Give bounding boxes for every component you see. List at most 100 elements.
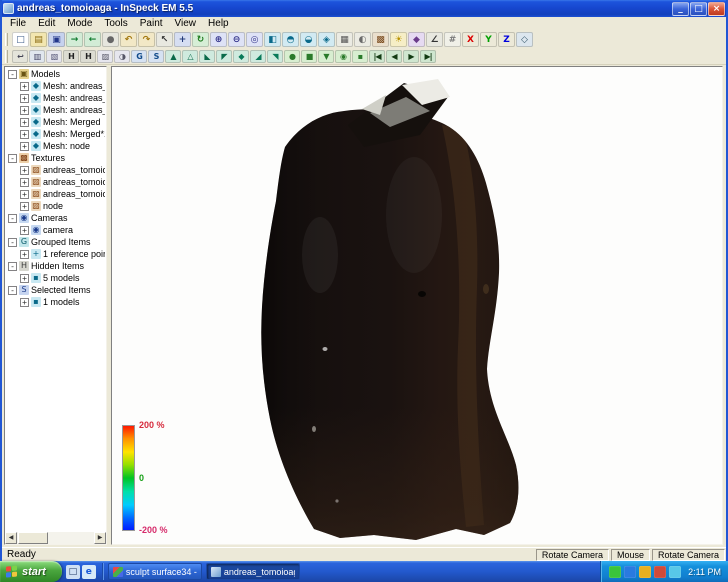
mesh-merge-icon[interactable]: ◆ [233, 50, 249, 63]
minimize-button[interactable]: _ [672, 2, 689, 16]
tree-horizontal-scrollbar[interactable]: ◀ ▶ [5, 532, 106, 544]
tree-expander[interactable]: + [20, 94, 29, 103]
scroll-right-icon[interactable]: ▶ [94, 532, 106, 544]
tree-expander[interactable]: + [20, 82, 29, 91]
new-file-icon[interactable]: □ [12, 32, 29, 47]
network-icon[interactable] [624, 566, 636, 578]
scroll-left-icon[interactable]: ◀ [5, 532, 17, 544]
measure-icon[interactable]: ∠ [426, 32, 443, 47]
alert-icon[interactable] [654, 566, 666, 578]
tree-expander[interactable]: + [20, 250, 29, 259]
mesh-build-icon[interactable]: ▲ [165, 50, 181, 63]
lock-icon[interactable]: ◇ [516, 32, 533, 47]
global-registration-icon[interactable]: G [131, 50, 147, 63]
fit-view-icon[interactable]: ◎ [246, 32, 263, 47]
redo-icon[interactable]: ↷ [138, 32, 155, 47]
mesh-sew-icon[interactable]: ◥ [267, 50, 283, 63]
taskbar-task-paint[interactable]: sculpt surface34 - Paint [108, 563, 202, 580]
show-desktop-icon[interactable]: □ [66, 565, 80, 579]
tree-expander[interactable]: - [8, 70, 17, 79]
select-arrow-icon[interactable]: ↖ [156, 32, 173, 47]
menu-item[interactable]: Edit [32, 17, 61, 30]
surface-icon[interactable]: S [148, 50, 164, 63]
calibrate-icon[interactable]: ▥ [29, 50, 45, 63]
import-icon[interactable]: → [66, 32, 83, 47]
mesh-align-icon[interactable]: ◢ [250, 50, 266, 63]
tree-expander[interactable]: - [8, 154, 17, 163]
taskbar-task-inspeck[interactable]: andreas_tomoioaga -... [206, 563, 300, 580]
tree-item[interactable]: + ▪ 1 models [6, 296, 105, 308]
prev-frame-icon[interactable]: ◀ [386, 50, 402, 63]
zoom-out-icon[interactable]: ⊖ [228, 32, 245, 47]
wireframe-icon[interactable]: ▦ [336, 32, 353, 47]
model-compare-icon[interactable]: ▼ [318, 50, 334, 63]
texture-map-icon[interactable]: ■ [301, 50, 317, 63]
menu-item[interactable]: File [4, 17, 32, 30]
mesh-trim-icon[interactable]: ◤ [216, 50, 232, 63]
z-axis-icon[interactable]: Z [498, 32, 515, 47]
mesh-reduce-icon[interactable]: △ [182, 50, 198, 63]
antivirus-shield-icon[interactable] [609, 566, 621, 578]
tree-item[interactable]: - ▩ Textures [6, 152, 105, 164]
y-axis-icon[interactable]: Y [480, 32, 497, 47]
menu-item[interactable]: Mode [61, 17, 98, 30]
open-folder-icon[interactable]: ▤ [30, 32, 47, 47]
tree-expander[interactable]: + [20, 274, 29, 283]
update-icon[interactable] [639, 566, 651, 578]
menu-item[interactable]: Tools [98, 17, 133, 30]
tree-item[interactable]: + ◆ Mesh: andreas_tomoi [6, 80, 105, 92]
tree-expander[interactable]: - [8, 238, 17, 247]
material-icon[interactable]: ◆ [408, 32, 425, 47]
last-frame-icon[interactable]: ▶| [420, 50, 436, 63]
tree-item[interactable]: + ▨ andreas_tomoioaga_0 [6, 164, 105, 176]
tree-item[interactable]: - ▣ Models [6, 68, 105, 80]
tree-item[interactable]: - G Grouped Items [6, 236, 105, 248]
model-clean-icon[interactable]: ◉ [335, 50, 351, 63]
internet-explorer-icon[interactable]: e [82, 565, 96, 579]
side-view-icon[interactable]: ◒ [300, 32, 317, 47]
top-view-icon[interactable]: ◓ [282, 32, 299, 47]
tree-item[interactable]: + ◆ Mesh: andreas_tomoi [6, 92, 105, 104]
tree-item[interactable]: + ◆ Mesh: node [6, 140, 105, 152]
tree-item[interactable]: - S Selected Items [6, 284, 105, 296]
close-button[interactable]: × [708, 2, 725, 16]
save-icon[interactable]: ▣ [48, 32, 65, 47]
next-frame-icon[interactable]: ▶ [403, 50, 419, 63]
tree-expander[interactable]: + [20, 118, 29, 127]
tree-expander[interactable]: + [20, 226, 29, 235]
maximize-button[interactable]: □ [690, 2, 707, 16]
volume-icon[interactable] [669, 566, 681, 578]
scrollbar-thumb[interactable] [18, 532, 48, 544]
tree-item[interactable]: + ◆ Mesh: andreas_tomoi [6, 104, 105, 116]
highpass-1-icon[interactable]: H [63, 50, 79, 63]
menu-item[interactable]: Paint [134, 17, 169, 30]
torso-model[interactable] [112, 67, 722, 544]
zoom-in-icon[interactable]: ⊕ [210, 32, 227, 47]
tree-expander[interactable]: + [20, 178, 29, 187]
filter-icon[interactable]: ▨ [97, 50, 113, 63]
menu-item[interactable]: Help [202, 17, 235, 30]
export-icon[interactable]: ← [84, 32, 101, 47]
tree-expander[interactable]: + [20, 166, 29, 175]
image-icon[interactable]: ▧ [46, 50, 62, 63]
grid-icon[interactable]: # [444, 32, 461, 47]
tree-item[interactable]: + ▨ andreas_tomoioaga_1 [6, 176, 105, 188]
light-icon[interactable]: ☀ [390, 32, 407, 47]
tree-expander[interactable]: + [20, 130, 29, 139]
start-button[interactable]: start [0, 561, 62, 582]
undo-icon[interactable]: ↶ [120, 32, 137, 47]
tree-expander[interactable]: + [20, 298, 29, 307]
tree-item[interactable]: - ◉ Cameras [6, 212, 105, 224]
tree-expander[interactable]: + [20, 190, 29, 199]
first-frame-icon[interactable]: |◀ [369, 50, 385, 63]
tree-expander[interactable]: + [20, 142, 29, 151]
tree-item[interactable]: + ▪ 5 models [6, 272, 105, 284]
front-view-icon[interactable]: ◧ [264, 32, 281, 47]
toolbar-grip[interactable] [5, 33, 8, 46]
history-back-icon[interactable]: ↩ [12, 50, 28, 63]
rotate-view-icon[interactable]: ↻ [192, 32, 209, 47]
tree-item[interactable]: + + 1 reference points [6, 248, 105, 260]
menu-item[interactable]: View [169, 17, 203, 30]
viewport-3d[interactable]: 200 % 0 -200 % [111, 66, 723, 545]
status-panel[interactable]: Mouse [611, 549, 650, 561]
